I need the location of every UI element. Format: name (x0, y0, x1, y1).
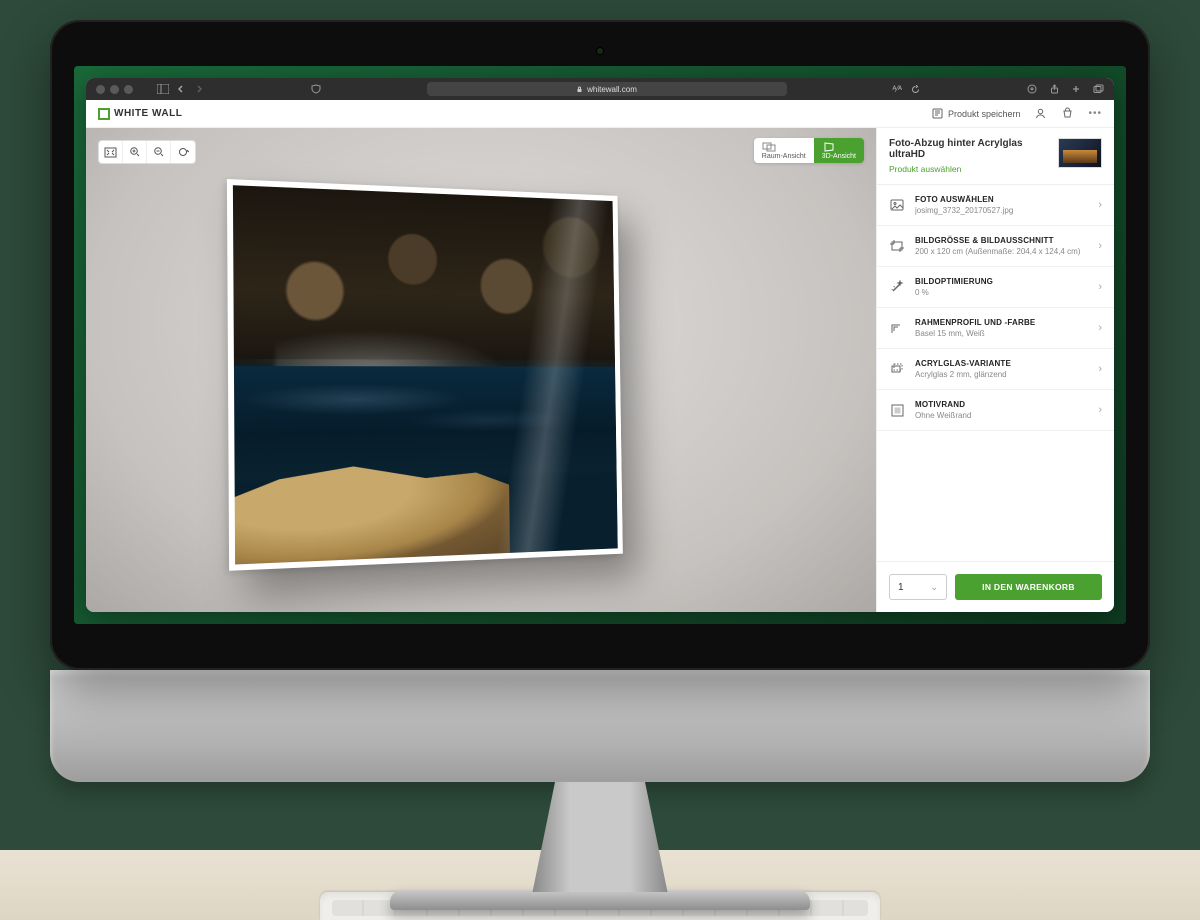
tab-3d-view[interactable]: 3D-Ansicht (814, 138, 864, 163)
app-header: WHITE WALL Produkt speichern (86, 100, 1114, 128)
product-select-link[interactable]: Produkt auswählen (889, 164, 1050, 174)
option-bildgroesse[interactable]: BILDGRÖSSE & BILDAUSSCHNITT 200 x 120 cm… (877, 226, 1114, 267)
border-icon (889, 402, 905, 418)
sidebar-footer: 1 ⌄ IN DEN WARENKORB (877, 561, 1114, 612)
option-title: MOTIVRAND (915, 400, 1088, 409)
wand-icon (889, 279, 905, 295)
option-value: 200 x 120 cm (Außenmaße: 204,4 x 124,4 c… (915, 247, 1088, 256)
chevron-right-icon: › (1098, 404, 1102, 416)
option-rahmenprofil[interactable]: RAHMENPROFIL UND -FARBE Basel 15 mm, Wei… (877, 308, 1114, 349)
tabs-icon[interactable] (1092, 83, 1104, 95)
three-d-view-icon (822, 142, 856, 152)
option-title: BILDOPTIMIERUNG (915, 277, 1088, 286)
image-icon (889, 197, 905, 213)
more-icon[interactable]: ••• (1088, 108, 1102, 119)
quantity-select[interactable]: 1 ⌄ (889, 574, 947, 600)
forward-icon[interactable] (193, 83, 205, 95)
option-foto-auswaehlen[interactable]: FOTO AUSWÄHLEN josimg_3732_20170527.jpg … (877, 185, 1114, 226)
logo-icon (98, 108, 110, 120)
product-title: Foto-Abzug hinter Acrylglas ultraHD (889, 138, 1050, 160)
zoom-in-icon[interactable] (123, 141, 147, 163)
option-title: ACRYLGLAS-VARIANTE (915, 359, 1088, 368)
imac-stand-neck (525, 782, 675, 892)
product-thumbnail (1058, 138, 1102, 168)
room-view-icon (762, 142, 806, 152)
cart-icon[interactable] (1061, 107, 1074, 120)
crop-icon (889, 238, 905, 254)
photo-image (233, 185, 618, 564)
layers-icon (889, 361, 905, 377)
product-header: Foto-Abzug hinter Acrylglas ultraHD Prod… (877, 128, 1114, 185)
option-title: FOTO AUSWÄHLEN (915, 195, 1088, 204)
chevron-right-icon: › (1098, 240, 1102, 252)
browser-toolbar: whitewall.com ᴬ⁄ᴬ (86, 78, 1114, 100)
option-title: BILDGRÖSSE & BILDAUSSCHNITT (915, 236, 1088, 245)
close-dot[interactable] (96, 85, 105, 94)
newtab-icon[interactable] (1070, 83, 1082, 95)
webcam (597, 48, 603, 54)
option-bildoptimierung[interactable]: BILDOPTIMIERUNG 0 % › (877, 267, 1114, 308)
rotate-icon[interactable] (171, 141, 195, 163)
tab-room-view[interactable]: Raum-Ansicht (754, 138, 814, 163)
frame-profile-icon (889, 320, 905, 336)
option-value: 0 % (915, 288, 1088, 297)
imac-chin (50, 670, 1150, 782)
save-icon (932, 108, 943, 119)
save-product-label: Produkt speichern (948, 109, 1021, 119)
option-value: Ohne Weißrand (915, 411, 1088, 420)
screen: whitewall.com ᴬ⁄ᴬ (74, 66, 1126, 624)
option-acrylglas[interactable]: ACRYLGLAS-VARIANTE Acrylglas 2 mm, glänz… (877, 349, 1114, 390)
quantity-value: 1 (898, 582, 904, 593)
download-icon[interactable] (1026, 83, 1038, 95)
save-product-button[interactable]: Produkt speichern (932, 108, 1021, 119)
imac-stand-foot (390, 890, 810, 910)
tab-3d-label: 3D-Ansicht (822, 153, 856, 160)
zoom-dot[interactable] (124, 85, 133, 94)
shield-icon[interactable] (310, 83, 322, 95)
option-motivrand[interactable]: MOTIVRAND Ohne Weißrand › (877, 390, 1114, 431)
minimize-dot[interactable] (110, 85, 119, 94)
preview-canvas: Raum-Ansicht 3D-Ansicht (86, 128, 876, 612)
option-title: RAHMENPROFIL UND -FARBE (915, 318, 1088, 327)
share-icon[interactable] (1048, 83, 1060, 95)
window-controls[interactable] (96, 85, 133, 94)
chevron-right-icon: › (1098, 322, 1102, 334)
reload-icon[interactable] (909, 83, 921, 95)
option-value: Basel 15 mm, Weiß (915, 329, 1088, 338)
product-3d-preview[interactable] (228, 178, 658, 570)
account-icon[interactable] (1034, 107, 1047, 120)
fit-screen-icon[interactable] (99, 141, 123, 163)
back-icon[interactable] (175, 83, 187, 95)
sidebar-toggle-icon[interactable] (157, 83, 169, 95)
url-host: whitewall.com (587, 85, 637, 94)
option-value: Acrylglas 2 mm, glänzend (915, 370, 1088, 379)
config-sidebar: Foto-Abzug hinter Acrylglas ultraHD Prod… (876, 128, 1114, 612)
brand-text: WHITE WALL (114, 108, 182, 119)
canvas-toolbar (98, 140, 196, 164)
chevron-right-icon: › (1098, 281, 1102, 293)
lock-icon (576, 86, 583, 93)
tab-room-label: Raum-Ansicht (762, 153, 806, 160)
chevron-right-icon: › (1098, 363, 1102, 375)
option-value: josimg_3732_20170527.jpg (915, 206, 1088, 215)
photo-frame (227, 179, 623, 571)
screen-bezel: whitewall.com ᴬ⁄ᴬ (50, 20, 1150, 670)
chevron-right-icon: › (1098, 199, 1102, 211)
chevron-down-icon: ⌄ (930, 582, 938, 593)
address-bar[interactable]: whitewall.com (427, 82, 787, 96)
view-mode-tabs: Raum-Ansicht 3D-Ansicht (754, 138, 864, 163)
app-content: Raum-Ansicht 3D-Ansicht (86, 128, 1114, 612)
imac-device: whitewall.com ᴬ⁄ᴬ (50, 20, 1150, 910)
browser-window: whitewall.com ᴬ⁄ᴬ (86, 78, 1114, 612)
add-to-cart-button[interactable]: IN DEN WARENKORB (955, 574, 1102, 600)
brand-logo[interactable]: WHITE WALL (98, 108, 182, 120)
translate-icon[interactable]: ᴬ⁄ᴬ (891, 83, 903, 95)
zoom-out-icon[interactable] (147, 141, 171, 163)
